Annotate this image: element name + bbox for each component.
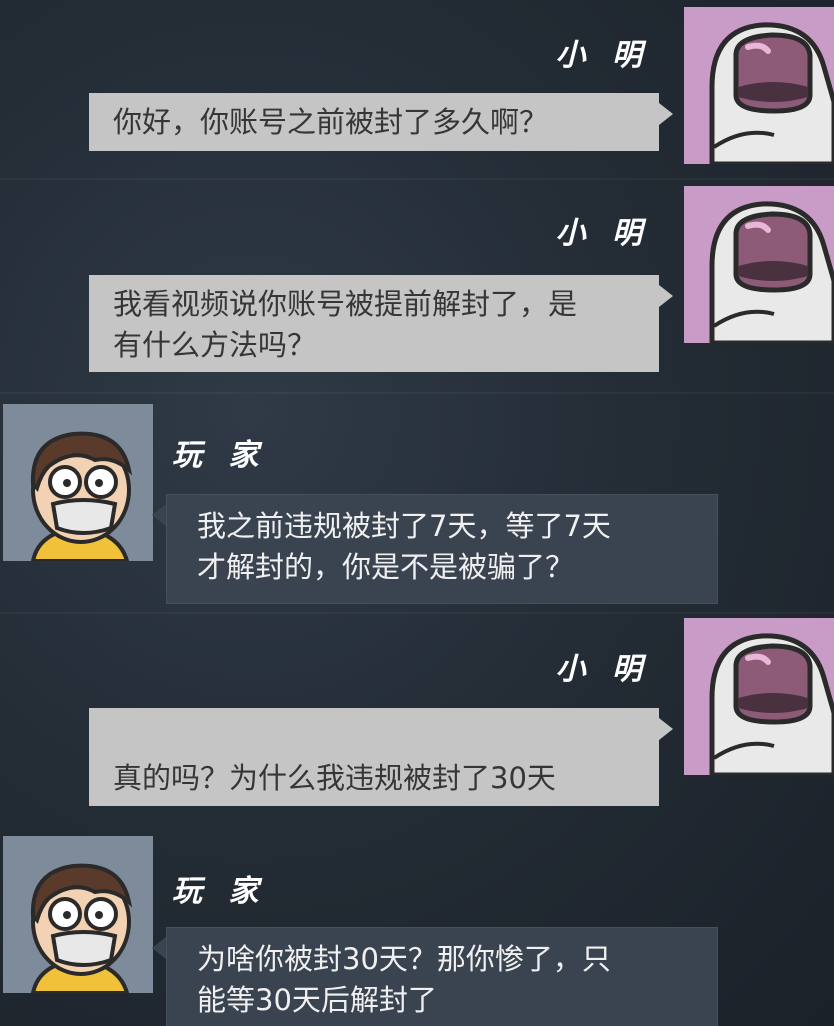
background-decoration (0, 178, 834, 180)
sender-name: 玩 家 (172, 438, 267, 473)
message-bubble: 为啥你被封30天？那你惨了，只 能等30天后解封了 (166, 927, 718, 1026)
sender-name: 小 明 (555, 38, 650, 73)
astronaut-avatar-icon[interactable] (684, 618, 834, 775)
message-bubble: 真的吗？为什么我违规被封了30天 (89, 708, 659, 917)
bubble-tail (659, 103, 673, 125)
message-bubble: 你好，你账号之前被封了多久啊？ (89, 93, 659, 151)
background-decoration (0, 612, 834, 614)
astronaut-avatar-icon[interactable] (684, 7, 834, 164)
message-bubble: 我之前违规被封了7天，等了7天 才解封的，你是不是被骗了？ (166, 494, 718, 604)
player-avatar-icon[interactable] (3, 404, 153, 561)
bubble-tail (659, 285, 673, 307)
player-avatar-icon[interactable] (3, 836, 153, 993)
sender-name: 玩 家 (172, 874, 267, 909)
sender-name: 小 明 (555, 652, 650, 687)
bubble-tail (152, 504, 166, 526)
bubble-tail (659, 718, 673, 740)
message-text: 真的吗？为什么我违规被封了30天 (113, 761, 556, 795)
sender-name: 小 明 (555, 216, 650, 251)
message-bubble: 我看视频说你账号被提前解封了，是 有什么方法吗？ (89, 275, 659, 372)
bubble-tail (152, 937, 166, 959)
background-decoration (0, 392, 834, 394)
astronaut-avatar-icon[interactable] (684, 186, 834, 343)
